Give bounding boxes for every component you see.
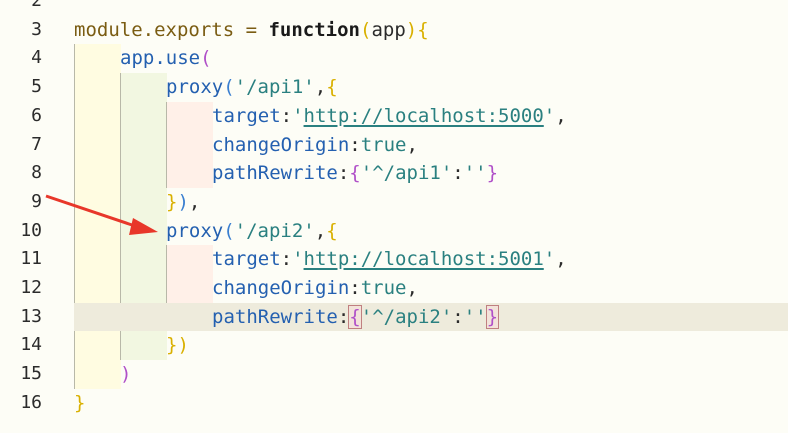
annotation-arrow-shaft: [45, 194, 139, 229]
annotation-arrow-head: [129, 218, 158, 235]
code-editor[interactable]: 2 3 4 5 6 7 8 9 10 11 12 13 14 15 16 module.exports = …: [0, 0, 788, 433]
annotation-arrow-icon: [45, 194, 158, 235]
